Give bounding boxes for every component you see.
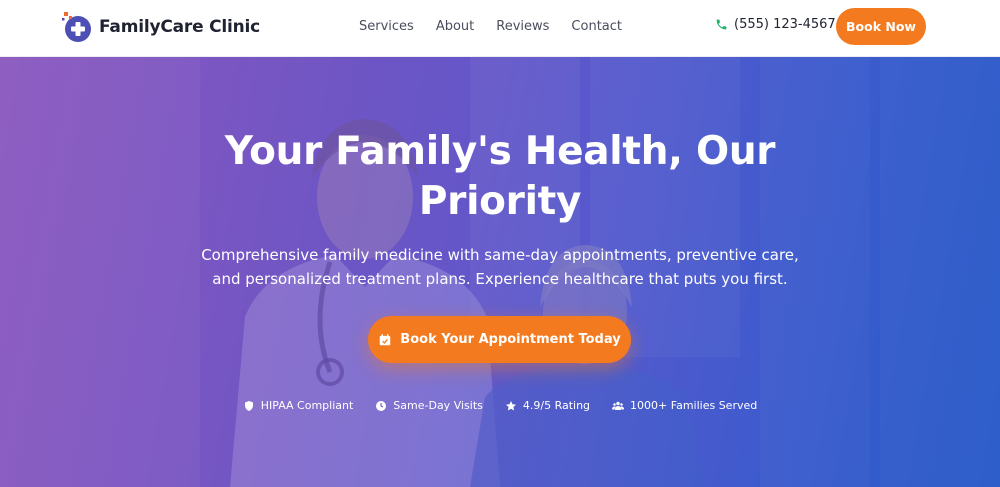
hero-headline: Your Family's Health, Our Priority [200,127,800,227]
phone-number: (555) 123-4567 [734,17,836,32]
hero-subtext-line1: Comprehensive family medicine with same-… [201,246,799,264]
brand-name: FamilyCare Clinic [99,17,261,37]
hero-headline-line1: Your Family's Health, Our [224,129,776,174]
book-now-button[interactable]: Book Now [836,8,926,45]
hero-headline-line2: Priority [418,179,582,224]
trust-badges: HIPAA Compliant Same-Day Visits 4.9/5 Ra… [0,399,1000,412]
badge-hipaa-label: HIPAA Compliant [260,399,354,412]
clinic-cross-logo-icon [58,9,94,45]
book-appointment-label: Book Your Appointment Today [400,332,621,347]
nav-link-reviews[interactable]: Reviews [496,18,549,36]
hero-content: Your Family's Health, Our Priority Compr… [0,57,1000,487]
star-icon [505,400,516,411]
shield-icon [244,400,253,411]
badge-same-day-label: Same-Day Visits [393,399,483,412]
hero-section: Your Family's Health, Our Priority Compr… [0,57,1000,487]
hero-subtext: Comprehensive family medicine with same-… [180,243,820,291]
badge-rating-label: 4.9/5 Rating [522,399,591,412]
nav-link-contact[interactable]: Contact [571,18,622,36]
main-nav: Services About Reviews Contact [359,18,644,36]
book-appointment-button[interactable]: Book Your Appointment Today [368,316,631,363]
badge-families-label: 1000+ Families Served [630,399,758,412]
phone-icon [716,19,727,30]
badge-families: 1000+ Families Served [612,399,757,412]
users-icon [612,401,625,410]
badge-hipaa: HIPAA Compliant [243,399,354,412]
nav-link-services[interactable]: Services [359,18,414,36]
nav-link-about[interactable]: About [436,18,474,36]
hero-subtext-line2: and personalized treatment plans. Experi… [212,270,788,288]
clock-icon [376,400,387,411]
phone-link[interactable]: (555) 123-4567 [715,17,836,32]
brand-logo-link[interactable]: FamilyCare Clinic [58,9,260,45]
badge-rating: 4.9/5 Rating [505,399,590,412]
site-header: FamilyCare Clinic Services About Reviews… [0,0,1000,57]
calendar-check-icon [380,333,391,345]
badge-same-day: Same-Day Visits [375,399,483,412]
